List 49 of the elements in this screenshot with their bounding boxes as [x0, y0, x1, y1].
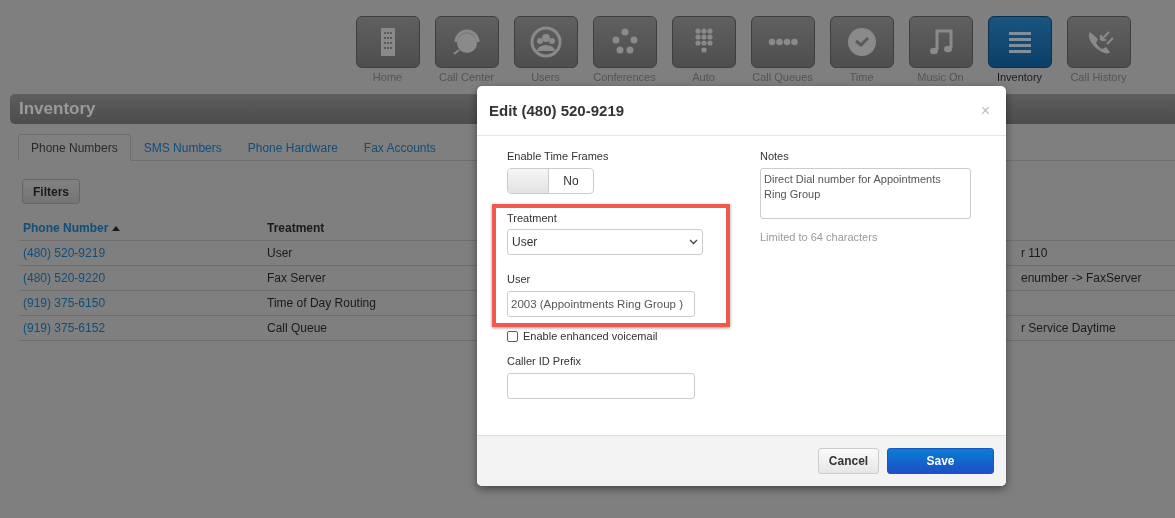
phone-number-link[interactable]: (919) 375-6152: [19, 321, 263, 335]
hint-text: Limited to 64 characters: [760, 231, 879, 243]
nav-button[interactable]: [671, 16, 736, 68]
caller-id-prefix-field[interactable]: [507, 373, 695, 399]
field-label: Enable Time Frames: [507, 150, 610, 162]
table-cell: r Service Daytime: [1021, 321, 1116, 335]
table-cell: Fax Server: [267, 271, 326, 285]
dots-icon: [767, 38, 798, 46]
user-field[interactable]: 2003 (Appointments Ring Group ): [507, 291, 695, 317]
field-label: Caller ID Prefix: [507, 355, 582, 367]
nav-button[interactable]: [987, 16, 1052, 68]
checkbox-label: Enable enhanced voicemail: [523, 330, 658, 342]
nav-button[interactable]: [434, 16, 499, 68]
phone-number-link[interactable]: (919) 375-6150: [19, 296, 263, 310]
table-cell: Call Queue: [267, 321, 328, 335]
column-header[interactable]: Phone Number: [19, 221, 263, 235]
save-button[interactable]: Save: [887, 448, 994, 474]
toggle-switch[interactable]: No: [507, 168, 594, 194]
field-label: Treatment: [507, 212, 558, 224]
nav-button[interactable]: [513, 16, 578, 68]
cancel-button[interactable]: Cancel: [818, 448, 879, 474]
nav-button[interactable]: [355, 16, 420, 68]
page-title: Inventory: [19, 99, 96, 119]
treatment-select[interactable]: User: [507, 229, 703, 255]
chevron-down-icon: [689, 239, 698, 245]
nav-button[interactable]: [829, 16, 894, 68]
nav-button[interactable]: [750, 16, 815, 68]
field-label: Notes: [760, 150, 790, 162]
tab[interactable]: Phone Numbers: [18, 134, 131, 161]
close-button[interactable]: ×: [976, 101, 994, 120]
tab[interactable]: Phone Hardware: [234, 134, 351, 161]
filters-button[interactable]: Filters: [22, 179, 80, 204]
table-cell: r 110: [1021, 246, 1048, 260]
nav-button[interactable]: [1066, 16, 1131, 68]
dialog-title: Edit (480) 520-9219: [489, 102, 625, 119]
table-cell: User: [267, 246, 293, 260]
nav-button[interactable]: [592, 16, 657, 68]
table-cell: Time of Day Routing: [267, 296, 376, 310]
phone-number-link[interactable]: (480) 520-9219: [19, 246, 263, 260]
phone-number-link[interactable]: (480) 520-9220: [19, 271, 263, 285]
nav-label: Inventory: [996, 71, 1043, 83]
nav-button[interactable]: [908, 16, 973, 68]
tab[interactable]: Fax Accounts: [350, 134, 449, 161]
table-cell: enumber -> FaxServer: [1021, 271, 1142, 285]
tab[interactable]: SMS Numbers: [130, 134, 235, 161]
field-label: User: [507, 273, 532, 285]
column-header: Treatment: [266, 221, 326, 235]
checkbox[interactable]: [507, 330, 518, 342]
notes-field[interactable]: Direct Dial number for Appointments Ring Group: [760, 168, 971, 219]
